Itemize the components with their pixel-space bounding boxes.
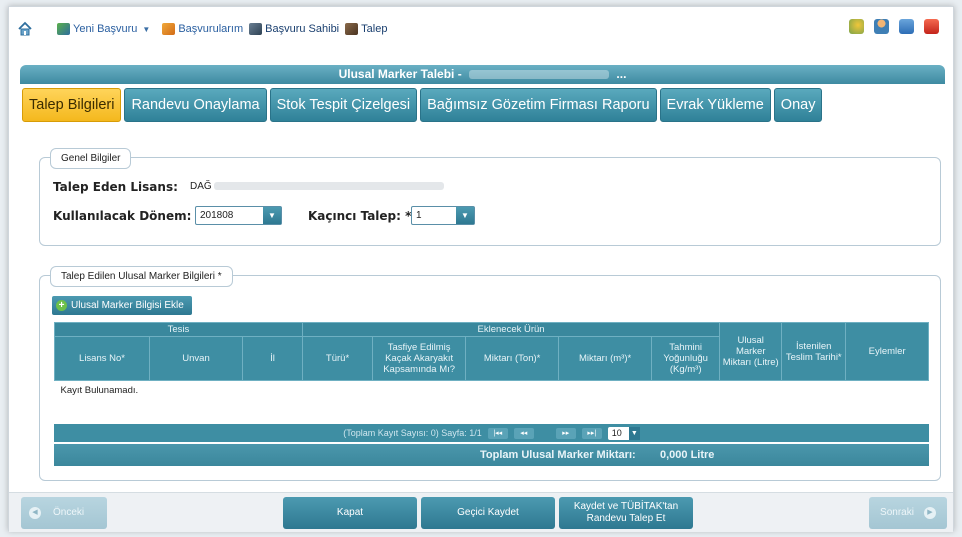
chevron-down-icon: ▼ [263, 207, 281, 224]
total-bar: Toplam Ulusal Marker Miktarı: 0,000 Litr… [54, 444, 929, 466]
license-label: Talep Eden Lisans: [53, 180, 178, 194]
menu-talep[interactable]: Talep [345, 23, 387, 35]
page-size-value: 10 [611, 428, 622, 438]
menu-basvurularim[interactable]: Başvurularım [162, 23, 243, 35]
request-no-select[interactable]: 1 ▼ [411, 206, 475, 225]
next-page-button[interactable]: ▸▸ [555, 427, 576, 439]
chevron-down-icon: ▼ [142, 24, 151, 34]
marker-info-panel: Talep Edilen Ulusal Marker Bilgileri * +… [39, 266, 941, 481]
marker-table: Tesis Eklenecek Ürün Ulusal Marker Mikta… [53, 322, 929, 400]
temp-save-button[interactable]: Geçici Kaydet [421, 497, 555, 529]
plus-icon: + [56, 300, 67, 311]
applicant-icon [249, 23, 263, 35]
menu-label: Talep [361, 23, 388, 35]
tab-strip: Talep Bilgileri Randevu Onaylama Stok Te… [22, 88, 823, 122]
total-label: Toplam Ulusal Marker Miktarı: [480, 449, 636, 461]
col-il[interactable]: İl [242, 336, 303, 381]
empty-row: Kayıt Bulunamadı. [54, 380, 929, 400]
period-select-value: 201808 [200, 210, 234, 221]
request-no-label: Kaçıncı Talep: * [308, 209, 412, 223]
pager-info: (Toplam Kayıt Sayısı: 0) Sayfa: 1/1 [343, 428, 482, 438]
toolbar-right [849, 19, 939, 34]
col-marker-miktari[interactable]: Ulusal Marker Miktarı (Litre) [719, 322, 783, 381]
col-miktar-ton[interactable]: Miktarı (Ton)* [465, 336, 560, 381]
add-marker-label: Ulusal Marker Bilgisi Ekle [71, 300, 184, 311]
tab-bagimsiz-gozetim[interactable]: Bağımsız Gözetim Firması Raporu [420, 88, 657, 122]
col-lisans-no[interactable]: Lisans No* [53, 336, 151, 381]
tab-talep-bilgileri[interactable]: Talep Bilgileri [22, 88, 122, 122]
menu-label: Başvurularım [178, 23, 244, 35]
total-value: 0,000 Litre [660, 449, 715, 461]
col-miktar-m3[interactable]: Miktarı (m³)* [558, 336, 653, 381]
chevron-down-icon: ▼ [456, 207, 474, 224]
save-request-line1: Kaydet ve TÜBİTAK'tan [573, 501, 679, 512]
top-menu-bar: Yeni Başvuru ▼ Başvurularım Başvuru Sahi… [9, 7, 953, 51]
col-teslim-tarihi[interactable]: İstenilen Teslim Tarihi* [781, 322, 847, 381]
request-no-select-value: 1 [416, 210, 422, 221]
next-label: Sonraki [880, 507, 914, 518]
power-icon[interactable] [924, 19, 939, 34]
tab-stok-tespit[interactable]: Stok Tespit Çizelgesi [269, 88, 418, 122]
pager: (Toplam Kayıt Sayısı: 0) Sayfa: 1/1 |◂◂ … [54, 424, 929, 442]
window-title-suffix: ... [616, 67, 627, 81]
footer-bar: ◀ Önceki Kapat Geçici Kaydet Kaydet ve T… [9, 492, 953, 532]
page-size-select[interactable]: 10 ▼ [607, 426, 640, 440]
application-window: Yeni Başvuru ▼ Başvurularım Başvuru Sahi… [8, 6, 954, 532]
new-application-icon [57, 23, 70, 35]
previous-button[interactable]: ◀ Önceki [21, 497, 107, 529]
col-eylemler: Eylemler [845, 322, 929, 381]
general-info-panel: Genel Bilgiler Talep Eden Lisans: DAĞ Ku… [39, 148, 941, 246]
window-title: Ulusal Marker Talebi - ... [20, 65, 945, 84]
request-icon [345, 23, 359, 35]
save-and-request-button[interactable]: Kaydet ve TÜBİTAK'tan Randevu Talep Et [559, 497, 693, 529]
col-unvan[interactable]: Unvan [149, 336, 243, 381]
next-button[interactable]: Sonraki ▶ [869, 497, 947, 529]
menu-yeni-basvuru[interactable]: Yeni Başvuru ▼ [57, 23, 156, 35]
col-turu[interactable]: Türü* [301, 336, 374, 381]
license-value: DAĞ [190, 181, 444, 192]
tab-onay[interactable]: Onay [773, 88, 823, 122]
group-header-urun: Eklenecek Ürün [301, 322, 721, 337]
save-request-line2: Randevu Talep Et [586, 513, 666, 524]
general-info-legend: Genel Bilgiler [50, 148, 132, 169]
period-select[interactable]: 201808 ▼ [195, 206, 282, 225]
add-marker-button[interactable]: + Ulusal Marker Bilgisi Ekle [52, 296, 192, 315]
tab-randevu-onaylama[interactable]: Randevu Onaylama [124, 88, 267, 122]
previous-label: Önceki [53, 507, 85, 518]
close-button[interactable]: Kapat [283, 497, 417, 529]
my-applications-icon [162, 23, 176, 35]
menu-label: Başvuru Sahibi [265, 23, 340, 35]
license-value-text: DAĞ [190, 181, 212, 192]
message-icon[interactable] [899, 19, 914, 34]
redacted-title [469, 70, 610, 80]
first-page-button[interactable]: |◂◂ [487, 427, 508, 439]
home-icon[interactable] [17, 21, 33, 37]
group-header-tesis: Tesis [54, 322, 303, 337]
col-tasfiye[interactable]: Tasfiye Edilmiş Kaçak Akaryakıt Kapsamın… [372, 336, 467, 381]
last-page-button[interactable]: ▸▸| [581, 427, 602, 439]
redacted-license [213, 182, 444, 191]
key-icon[interactable] [849, 19, 864, 34]
user-icon[interactable] [874, 19, 889, 34]
chevron-down-icon: ▼ [628, 426, 640, 440]
window-title-text: Ulusal Marker Talebi - [338, 67, 462, 81]
prev-page-button[interactable]: ◂◂ [513, 427, 534, 439]
marker-info-legend: Talep Edilen Ulusal Marker Bilgileri * [50, 266, 233, 287]
menu-label: Yeni Başvuru [73, 23, 138, 35]
main-menu: Yeni Başvuru ▼ Başvurularım Başvuru Sahi… [17, 21, 387, 37]
arrow-left-icon: ◀ [29, 507, 41, 519]
period-label: Kullanılacak Dönem: * [53, 209, 202, 223]
menu-basvuru-sahibi[interactable]: Başvuru Sahibi [249, 23, 339, 35]
tab-evrak-yukleme[interactable]: Evrak Yükleme [659, 88, 771, 122]
arrow-right-icon: ▶ [923, 507, 936, 519]
col-yogunluk[interactable]: Tahmini Yoğunluğu (Kg/m³) [651, 336, 721, 381]
